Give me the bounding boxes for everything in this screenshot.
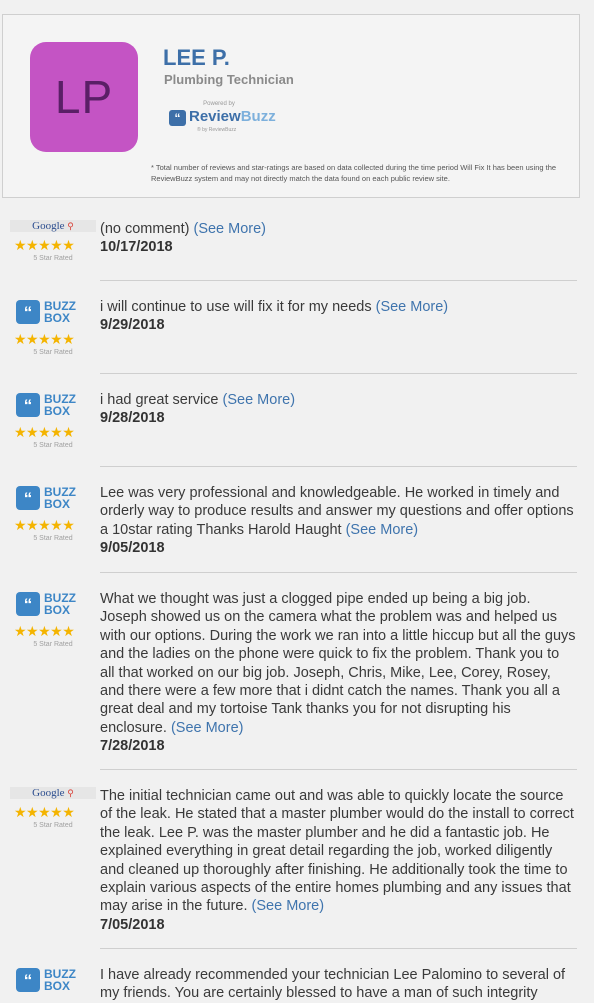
rated-label: 5 Star Rated xyxy=(33,255,73,262)
powered-by-label: Powered by xyxy=(203,101,235,107)
reviewbuzz-sub-label: ® by ReviewBuzz xyxy=(197,127,237,133)
quote-icon: “ xyxy=(16,968,40,992)
see-more-link[interactable]: (See More) xyxy=(193,221,266,237)
technician-profile-card: LP LEE P. Plumbing Technician Powered by… xyxy=(2,14,580,198)
see-more-link[interactable]: (See More) xyxy=(252,898,325,914)
buzzbox-logo: BUZZ BOX xyxy=(44,299,76,325)
disclaimer-text: * Total number of reviews and star-ratin… xyxy=(151,163,557,183)
rated-label: 5 Star Rated xyxy=(33,442,73,449)
rated-label: 5 Star Rated xyxy=(33,822,73,829)
review-text-block: Lee was very professional and knowledgea… xyxy=(100,484,576,558)
review-text: Lee was very professional and knowledgea… xyxy=(100,485,574,538)
review-text-block: i had great service (See More) 9/28/2018 xyxy=(100,391,576,428)
quote-icon: “ xyxy=(16,592,40,616)
review-divider xyxy=(100,769,577,770)
review-date: 9/28/2018 xyxy=(100,410,165,427)
review-text: What we thought was just a clogged pipe … xyxy=(100,591,576,736)
review-text-block: (no comment) (See More) 10/17/2018 xyxy=(100,220,576,257)
review-date: 7/05/2018 xyxy=(100,916,165,933)
review-divider xyxy=(100,280,577,281)
review-text: (no comment) xyxy=(100,221,190,237)
technician-title: Plumbing Technician xyxy=(164,72,294,87)
review-divider xyxy=(100,466,577,467)
review-text-block: I have already recommended your technici… xyxy=(100,966,576,1003)
see-more-link[interactable]: (See More) xyxy=(346,522,419,538)
star-rating: ★★★★★ xyxy=(14,331,75,347)
reviewbuzz-logo[interactable]: Powered by “ ReviewBuzz ® by ReviewBuzz xyxy=(167,101,277,143)
avatar-initials: LP xyxy=(54,71,114,123)
quote-icon: “ xyxy=(16,300,40,324)
review-text-block: i will continue to use will fix it for m… xyxy=(100,298,576,335)
review-text-block: What we thought was just a clogged pipe … xyxy=(100,590,576,756)
avatar: LP xyxy=(30,42,138,152)
google-logo: Google ⚲ xyxy=(10,220,96,232)
review-date: 9/29/2018 xyxy=(100,317,165,334)
see-more-link[interactable]: (See More) xyxy=(223,392,296,408)
map-pin-icon: ⚲ xyxy=(67,221,74,231)
quote-icon: “ xyxy=(16,486,40,510)
star-rating: ★★★★★ xyxy=(14,237,75,253)
quote-icon: “ xyxy=(16,393,40,417)
review-date: 7/28/2018 xyxy=(100,738,165,755)
star-rating: ★★★★★ xyxy=(14,424,75,440)
buzzbox-logo: BUZZ BOX xyxy=(44,967,76,993)
review-date: 9/05/2018 xyxy=(100,540,165,557)
review-divider xyxy=(100,572,577,573)
buzzbox-logo: BUZZ BOX xyxy=(44,485,76,511)
review-divider xyxy=(100,948,577,949)
buzzbox-logo: BUZZ BOX xyxy=(44,591,76,617)
review-text: The initial technician came out and was … xyxy=(100,788,574,915)
review-text: I have already recommended your technici… xyxy=(100,967,566,1002)
star-rating: ★★★★★ xyxy=(14,517,75,533)
quote-icon: “ xyxy=(169,110,186,126)
see-more-link[interactable]: (See More) xyxy=(171,720,244,736)
reviewbuzz-wordmark: ReviewBuzz xyxy=(189,108,276,125)
rated-label: 5 Star Rated xyxy=(33,641,73,648)
rated-label: 5 Star Rated xyxy=(33,535,73,542)
google-logo: Google ⚲ xyxy=(10,787,96,799)
review-divider xyxy=(100,373,577,374)
rated-label: 5 Star Rated xyxy=(33,349,73,356)
review-date: 10/17/2018 xyxy=(100,239,173,256)
review-text-block: The initial technician came out and was … xyxy=(100,787,576,934)
star-rating: ★★★★★ xyxy=(14,804,75,820)
see-more-link[interactable]: (See More) xyxy=(376,299,449,315)
map-pin-icon: ⚲ xyxy=(67,788,74,798)
review-text: i will continue to use will fix it for m… xyxy=(100,299,372,315)
technician-name: LEE P. xyxy=(163,45,230,70)
star-rating: ★★★★★ xyxy=(14,623,75,639)
review-text: i had great service xyxy=(100,392,219,408)
buzzbox-logo: BUZZ BOX xyxy=(44,392,76,418)
